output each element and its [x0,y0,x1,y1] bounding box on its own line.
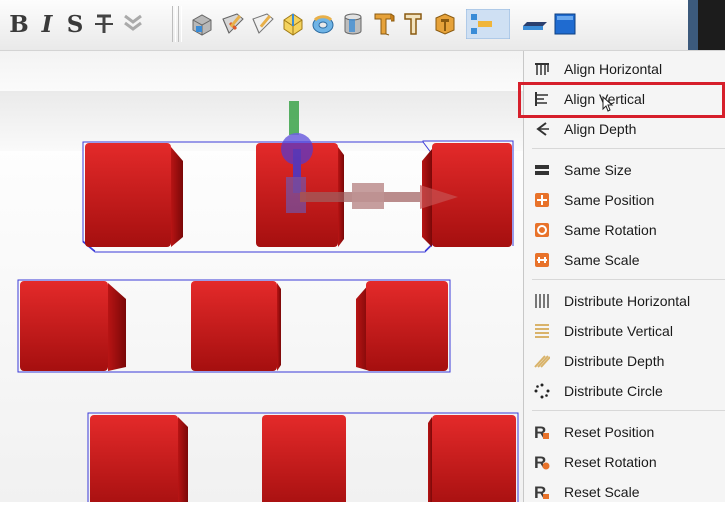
cube[interactable] [191,281,277,371]
same-size-icon [534,162,550,178]
menu-item-label: Align Horizontal [564,61,663,77]
menu-item-align-depth[interactable]: Align Depth [524,114,725,144]
torus-icon[interactable] [309,9,337,39]
bold-button[interactable]: B [8,9,30,39]
cube[interactable] [85,143,171,247]
dark-panel [688,0,725,50]
menu-item-distribute-depth[interactable]: Distribute Depth [524,346,725,376]
text-3d-outline-icon[interactable] [401,9,429,39]
menu-item-label: Distribute Circle [564,383,663,399]
blue-square-icon[interactable] [550,9,580,39]
menu-item-label: Same Size [564,162,632,178]
expand-chevron-icon[interactable] [120,9,146,39]
cube[interactable] [20,281,108,371]
reset-rotation-icon: R [534,453,550,471]
menu-item-label: Distribute Vertical [564,323,673,339]
wedge-outline-icon[interactable] [249,9,277,39]
cube[interactable] [90,415,178,502]
distribute-depth-icon [534,353,550,369]
menu-item-reset-rotation[interactable]: R Reset Rotation [524,447,725,477]
cube-row-middle [17,279,451,373]
menu-item-label: Same Position [564,192,655,208]
distribute-horizontal-icon [534,293,550,309]
wedge-icon[interactable] [219,9,247,39]
cube-row-bottom [87,412,519,502]
strikethrough-icon[interactable] [91,9,117,39]
menu-item-label: Reset Scale [564,484,640,500]
menu-item-distribute-vertical[interactable]: Distribute Vertical [524,316,725,346]
menu-item-label: Align Depth [564,121,637,137]
menu-item-label: Distribute Depth [564,353,665,369]
same-scale-icon [534,252,550,268]
highlight-box [518,82,725,118]
gem-icon[interactable] [279,9,307,39]
menu-item-distribute-circle[interactable]: Distribute Circle [524,376,725,406]
menu-item-same-position[interactable]: Same Position [524,185,725,215]
shadow-button[interactable]: S [64,9,86,39]
align-icon[interactable] [465,9,511,39]
reset-scale-icon: R [534,483,550,501]
same-position-icon [534,192,550,208]
menu-item-distribute-horizontal[interactable]: Distribute Horizontal [524,286,725,316]
toolbar: B I S [0,0,725,51]
menu-item-align-horizontal[interactable]: Align Horizontal [524,54,725,84]
menu-item-label: Reset Rotation [564,454,657,470]
menu-item-label: Same Rotation [564,222,657,238]
same-rotation-icon [534,222,550,238]
cube[interactable] [432,415,516,502]
align-depth-icon [534,121,550,137]
text-3d-shaded-icon[interactable] [431,9,459,39]
reset-position-icon: R [534,423,550,441]
align-dropdown-menu: Align Horizontal Align Vertical Align De… [523,51,725,502]
text-3d-icon[interactable] [371,9,399,39]
distribute-vertical-icon [534,323,550,339]
menu-item-label: Distribute Horizontal [564,293,691,309]
cylinder-icon[interactable] [339,9,367,39]
distribute-circle-icon [534,383,550,399]
box-icon[interactable] [188,9,216,39]
italic-button[interactable]: I [38,9,56,39]
cube[interactable] [366,281,448,371]
plane-icon[interactable] [520,9,550,39]
align-horizontal-icon [534,61,550,77]
menu-item-same-rotation[interactable]: Same Rotation [524,215,725,245]
menu-item-label: Reset Position [564,424,655,440]
menu-item-same-size[interactable]: Same Size [524,155,725,185]
menu-item-reset-scale[interactable]: R Reset Scale [524,477,725,507]
menu-item-reset-position[interactable]: R Reset Position [524,417,725,447]
menu-item-same-scale[interactable]: Same Scale [524,245,725,275]
cube[interactable] [262,415,346,502]
cube-row-top [82,101,514,253]
menu-item-label: Same Scale [564,252,640,268]
